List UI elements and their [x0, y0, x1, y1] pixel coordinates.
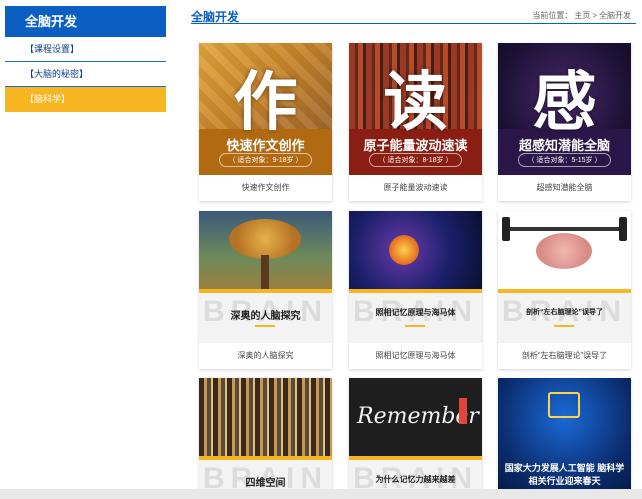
- sidebar: 全脑开发 【课程设置】 【大脑的秘密】 【脑科学】: [5, 6, 166, 112]
- horizontal-scrollbar[interactable]: [0, 489, 642, 499]
- neuron-icon: [389, 235, 419, 265]
- course-card[interactable]: BRAIN 四维空间: [199, 378, 332, 499]
- course-card[interactable]: BRAIN 照相记忆原理与海马体 照相记忆原理与海马体: [349, 211, 482, 369]
- thumbnail-subtitle: （ 适合对象：9-18岁 ）: [219, 153, 312, 167]
- sidebar-item-course-settings[interactable]: 【课程设置】: [5, 37, 166, 62]
- thumbnail-big-char: 感: [532, 66, 597, 140]
- thumbnail-title: 深奥的人脑探究: [230, 311, 301, 322]
- thumbnail-title: 照相记忆原理与海马体: [375, 308, 456, 317]
- thumbnail-big-char: 读: [383, 66, 448, 140]
- course-card[interactable]: BRAIN 剖析“左右脑理论”误导了 剖析“左右脑理论”误导了: [498, 211, 631, 369]
- thumbnail-title: 快速作文创作: [226, 138, 305, 153]
- thumbnail-title: 剖析“左右脑理论”误导了: [526, 309, 603, 316]
- course-card[interactable]: 读 原子能量波动速读 （ 适合对象：8-18岁 ） 原子能量波动速读: [349, 43, 482, 201]
- course-thumbnail[interactable]: 读 原子能量波动速读 （ 适合对象：8-18岁 ）: [349, 43, 482, 175]
- barbell-icon: [504, 227, 625, 231]
- course-caption[interactable]: 剖析“左右脑理论”误导了: [498, 343, 631, 369]
- course-caption[interactable]: 原子能量波动速读: [349, 175, 482, 201]
- course-card[interactable]: 感 超感知潜能全脑 （ 适合对象：5-15岁 ） 超感知潜能全脑: [498, 43, 631, 201]
- thumbnail-title: 国家大力发展人工智能 脑科学相关行业迎来春天: [504, 463, 625, 486]
- thumbnail-title: 超感知潜能全脑: [518, 138, 610, 153]
- breadcrumb-home-link[interactable]: 主页: [574, 11, 590, 20]
- chip-icon: [548, 392, 580, 418]
- breadcrumb-prefix: 当前位置：: [532, 11, 573, 20]
- thumbnail-title: 为什么记忆力越来越差: [375, 475, 456, 484]
- breadcrumb-current[interactable]: 全脑开发: [599, 11, 631, 20]
- course-thumbnail[interactable]: BRAIN 深奥的人脑探究: [199, 211, 332, 343]
- thumbnail-subtitle: （ 适合对象：8-18岁 ）: [369, 153, 462, 167]
- brain-icon: [536, 233, 592, 269]
- course-caption[interactable]: 照相记忆原理与海马体: [349, 343, 482, 369]
- course-thumbnail[interactable]: BRAIN 四维空间: [199, 378, 332, 499]
- course-thumbnail[interactable]: BRAIN 照相记忆原理与海马体: [349, 211, 482, 343]
- thumbnail-subtitle: （ 适合对象：5-15岁 ）: [518, 153, 611, 167]
- course-caption[interactable]: 深奥的人脑探究: [199, 343, 332, 369]
- course-thumbnail[interactable]: 感 超感知潜能全脑 （ 适合对象：5-15岁 ）: [498, 43, 631, 175]
- course-card[interactable]: Remember BRAIN 为什么记忆力越来越差: [349, 378, 482, 499]
- title-underline: [255, 325, 275, 327]
- sidebar-title: 全脑开发: [5, 6, 166, 37]
- breadcrumb: 当前位置： 主页 > 全脑开发: [531, 10, 632, 21]
- header-divider: [191, 23, 636, 24]
- tree-brain-icon: [229, 219, 301, 259]
- thumbnail-big-char: 作: [233, 66, 298, 140]
- course-card[interactable]: 作 快速作文创作 （ 适合对象：9-18岁 ） 快速作文创作: [199, 43, 332, 201]
- course-thumbnail[interactable]: 作 快速作文创作 （ 适合对象：9-18岁 ）: [199, 43, 332, 175]
- breadcrumb-separator: >: [592, 11, 597, 20]
- title-underline: [554, 325, 574, 327]
- course-card[interactable]: BRAIN 深奥的人脑探究 深奥的人脑探究: [199, 211, 332, 369]
- title-underline: [405, 325, 425, 327]
- course-card[interactable]: 国家大力发展人工智能 脑科学相关行业迎来春天: [498, 378, 631, 499]
- thumbnail-title: 原子能量波动速读: [363, 138, 468, 153]
- course-caption[interactable]: 超感知潜能全脑: [498, 175, 631, 201]
- thumbnail-title: 四维空间: [245, 478, 286, 489]
- course-caption[interactable]: 快速作文创作: [199, 175, 332, 201]
- course-thumbnail[interactable]: Remember BRAIN 为什么记忆力越来越差: [349, 378, 482, 499]
- sidebar-item-brain-secrets[interactable]: 【大脑的秘密】: [5, 62, 166, 87]
- course-thumbnail[interactable]: BRAIN 剖析“左右脑理论”误导了: [498, 211, 631, 343]
- sidebar-item-brain-science[interactable]: 【脑科学】: [5, 87, 166, 112]
- course-thumbnail[interactable]: 国家大力发展人工智能 脑科学相关行业迎来春天: [498, 378, 631, 499]
